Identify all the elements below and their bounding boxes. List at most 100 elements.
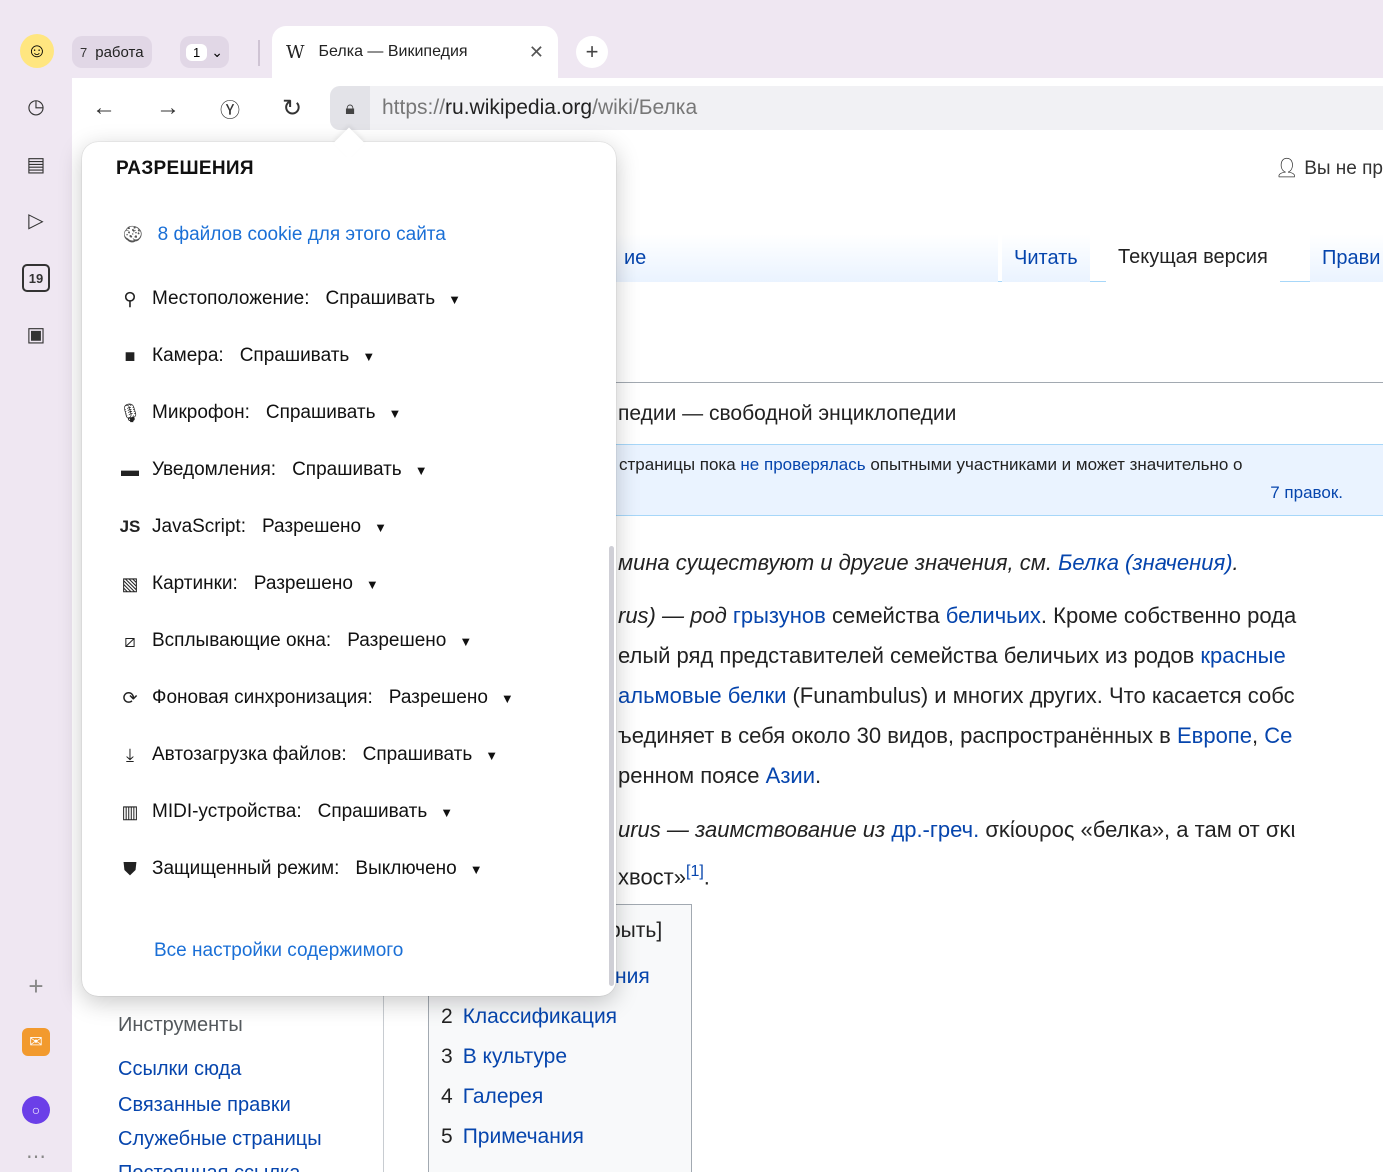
permission-popups[interactable]: ⧄ Всплывающие окна: Разрешено ▼ — [118, 630, 472, 652]
perm-value[interactable]: Спрашивать — [266, 402, 376, 424]
hat-end: . — [1232, 550, 1239, 575]
mail-icon[interactable]: ✉ — [22, 1028, 50, 1056]
address-bar[interactable]: 🔒︎ https://ru.wikipedia.org/wiki/Белка — [330, 86, 1383, 130]
red-squirrels-link[interactable]: красные — [1200, 643, 1285, 668]
perm-value[interactable]: Спрашивать — [363, 744, 473, 766]
cookies-link[interactable]: 🍪︎ 8 файлов cookie для этого сайта — [122, 224, 446, 246]
add-panel-icon[interactable]: + — [22, 971, 50, 1001]
toc-link[interactable]: В культуре — [463, 1045, 567, 1068]
tab-read[interactable]: Читать — [1002, 234, 1090, 282]
tools-panel: Инструменты Ссылки сюда Связанные правки… — [72, 978, 384, 1172]
reference-link[interactable]: [1] — [686, 863, 704, 880]
permission-microphone[interactable]: 🎙︎ Микрофон: Спрашивать ▼ — [118, 402, 402, 424]
notice-text: страницы пока — [619, 455, 741, 474]
north-link[interactable]: Се — [1264, 723, 1292, 748]
sync-icon: ⟳ — [122, 687, 138, 708]
chevron-down-icon: ⌄ — [211, 43, 223, 60]
tab-current-version[interactable]: Текущая версия — [1106, 234, 1280, 282]
perm-value[interactable]: Разрешено — [254, 573, 353, 595]
more-icon[interactable]: ⋯ — [22, 1142, 50, 1170]
perm-value[interactable]: Спрашивать — [325, 288, 435, 310]
tab-edit[interactable]: Прави — [1310, 234, 1383, 282]
perm-value[interactable]: Спрашивать — [240, 345, 350, 367]
profile-avatar[interactable]: ☺ — [20, 34, 54, 68]
perm-value[interactable]: Разрешено — [262, 516, 361, 538]
tools-link[interactable]: Связанные правки — [118, 1094, 291, 1117]
caret-down-icon[interactable]: ▼ — [501, 691, 514, 706]
toc-item[interactable]: 2 Классификация — [441, 1005, 617, 1029]
user-status[interactable]: 👤︎ Вы не пр — [1275, 156, 1383, 180]
caret-down-icon[interactable]: ▼ — [389, 406, 402, 421]
toc-link[interactable]: ния — [615, 965, 650, 988]
perm-value[interactable]: Спрашивать — [318, 801, 428, 823]
perm-value[interactable]: Спрашивать — [292, 459, 402, 481]
disambiguation-link[interactable]: Белка (значения) — [1058, 550, 1232, 575]
back-button[interactable]: ← — [86, 90, 122, 126]
download-icon: ⤓ — [126, 744, 134, 765]
toc-link[interactable]: Классификация — [463, 1005, 617, 1028]
permission-images[interactable]: ▧ Картинки: Разрешено ▼ — [118, 573, 379, 595]
close-tab-icon[interactable]: ✕ — [529, 42, 544, 63]
toc-link[interactable]: Примечания — [463, 1125, 584, 1148]
collections-icon[interactable]: ▤ — [22, 150, 50, 178]
caret-down-icon[interactable]: ▼ — [440, 805, 453, 820]
rodents-link[interactable]: грызунов — [733, 603, 826, 628]
popup-scrollbar[interactable] — [609, 546, 614, 986]
toc-item[interactable]: 3 В культуре — [441, 1045, 567, 1069]
all-content-settings-link[interactable]: Все настройки содержимого — [154, 940, 403, 962]
tab-count-badge[interactable]: 1 ⌄ — [180, 36, 229, 68]
permission-background-sync[interactable]: ⟳ Фоновая синхронизация: Разрешено ▼ — [118, 687, 514, 709]
permission-protected-mode[interactable]: ⛊ Защищенный режим: Выключено ▼ — [118, 858, 483, 880]
history-icon[interactable]: ◷ — [22, 92, 50, 120]
caret-down-icon[interactable]: ▼ — [459, 634, 472, 649]
tools-link[interactable]: Служебные страницы — [118, 1128, 322, 1151]
caret-down-icon[interactable]: ▼ — [470, 862, 483, 877]
sciuridae-link[interactable]: беличьих — [946, 603, 1041, 628]
palm-squirrels-link[interactable]: альмовые белки — [618, 683, 786, 708]
toc-link[interactable]: Галерея — [463, 1085, 544, 1108]
toc-item[interactable]: 4 Галерея — [441, 1085, 543, 1109]
url-text[interactable]: https://ru.wikipedia.org/wiki/Белка — [382, 96, 697, 120]
permission-midi[interactable]: ▥ MIDI-устройства: Спрашивать ▼ — [118, 801, 453, 823]
perm-value[interactable]: Выключено — [355, 858, 456, 880]
caret-down-icon[interactable]: ▼ — [485, 748, 498, 763]
europe-link[interactable]: Европе — [1177, 723, 1252, 748]
tab-group-chip[interactable]: 7 работа — [72, 36, 152, 68]
perm-label: Уведомления: — [152, 459, 277, 480]
toc-item[interactable]: 5 Примечания — [441, 1125, 584, 1149]
text: семейства — [825, 603, 946, 628]
permission-javascript[interactable]: JS JavaScript: Разрешено ▼ — [118, 516, 387, 538]
forward-button[interactable]: → — [150, 90, 186, 126]
new-tab-button[interactable]: + — [576, 36, 608, 68]
perm-value[interactable]: Разрешено — [347, 630, 446, 652]
caret-down-icon[interactable]: ▼ — [366, 577, 379, 592]
caret-down-icon[interactable]: ▼ — [374, 520, 387, 535]
screenshot-icon[interactable]: ▣ — [22, 320, 50, 348]
ancient-greek-link[interactable]: др.-греч. — [891, 817, 979, 842]
permission-location[interactable]: ⚲ Местоположение: Спрашивать ▼ — [118, 288, 461, 310]
calendar-icon[interactable]: 19 — [22, 264, 50, 292]
tools-link[interactable]: Постоянная ссылка — [118, 1162, 300, 1172]
url-scheme: https:// — [382, 96, 446, 119]
toc-toggle[interactable]: рыть] — [609, 919, 662, 943]
permission-camera[interactable]: ■ Камера: Спрашивать ▼ — [118, 345, 376, 367]
alice-assistant-icon[interactable]: ○ — [22, 1096, 50, 1124]
permission-auto-download[interactable]: ⤓ Автозагрузка файлов: Спрашивать ▼ — [118, 744, 498, 766]
edits-link[interactable]: 7 правок. — [1270, 483, 1343, 503]
caret-down-icon[interactable]: ▼ — [362, 349, 375, 364]
caret-down-icon[interactable]: ▼ — [415, 463, 428, 478]
not-reviewed-link[interactable]: не проверялась — [740, 455, 865, 474]
perm-value[interactable]: Разрешено — [389, 687, 488, 709]
active-tab[interactable]: W Белка — Википедия ✕ — [272, 26, 558, 78]
caret-down-icon[interactable]: ▼ — [448, 292, 461, 307]
reload-button[interactable]: ↻ — [274, 90, 310, 126]
toc-item-partial[interactable]: ния — [615, 965, 650, 989]
yandex-button[interactable]: Ⓨ — [212, 90, 248, 126]
media-play-icon[interactable]: ▷ — [22, 206, 50, 234]
permission-notifications[interactable]: ▬ Уведомления: Спрашивать ▼ — [118, 459, 428, 481]
lock-icon[interactable]: 🔒︎ — [330, 86, 370, 130]
arrow-right-icon: → — [156, 94, 180, 121]
tab-discussion[interactable]: ие — [612, 234, 998, 282]
asia-link[interactable]: Азии — [766, 763, 815, 788]
tools-link[interactable]: Ссылки сюда — [118, 1058, 241, 1081]
